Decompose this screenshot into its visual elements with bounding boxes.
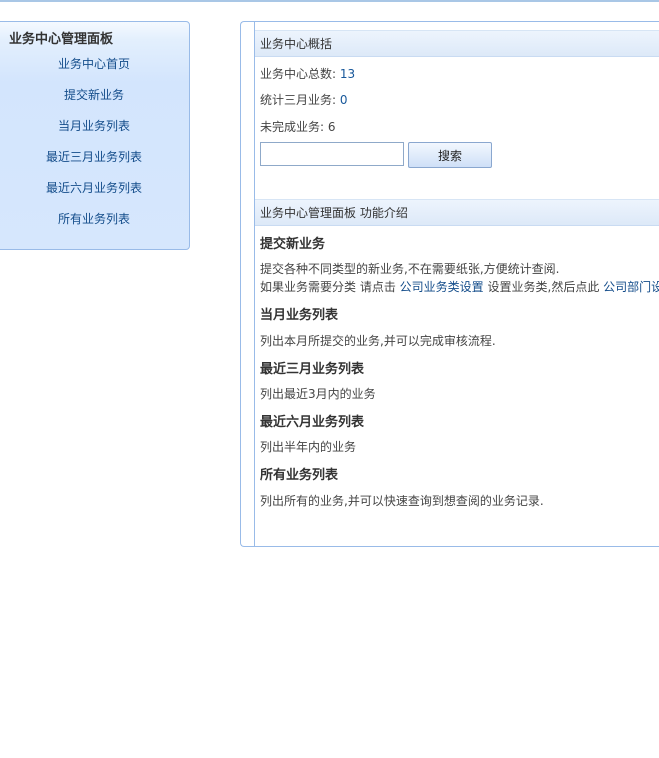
intro-text-six-months: 列出半年内的业务	[260, 440, 357, 454]
sidebar-panel: 业务中心管理面板 业务中心首页 提交新业务 当月业务列表 最近三月业务列表 最近…	[0, 21, 190, 250]
category-settings-link[interactable]: 公司业务类设置	[400, 280, 484, 294]
overview-header: 业务中心概括	[255, 30, 659, 57]
category-prefix-text: 如果业务需要分类 请点击	[260, 280, 396, 294]
sidebar-item-home[interactable]: 业务中心首页	[0, 56, 189, 87]
sidebar-item-all[interactable]: 所有业务列表	[0, 211, 189, 242]
sidebar-item-last-three-months[interactable]: 最近三月业务列表	[0, 149, 189, 180]
intro-title-current-month: 当月业务列表	[260, 308, 339, 323]
sidebar-item-current-month[interactable]: 当月业务列表	[0, 118, 189, 149]
total-count-row: 业务中心总数: 13	[260, 65, 355, 82]
department-settings-link[interactable]: 公司部门设	[603, 280, 659, 294]
intro-category-line: 如果业务需要分类 请点击 公司业务类设置 设置业务类,然后点此 公司部门设	[260, 278, 659, 295]
three-month-count-label: 统计三月业务:	[260, 93, 337, 107]
sidebar-item-last-six-months[interactable]: 最近六月业务列表	[0, 180, 189, 211]
intro-text-three-months: 列出最近3月内的业务	[260, 387, 376, 401]
unfinished-count-label: 未完成业务:	[260, 120, 325, 134]
intro-text-submit-new: 提交各种不同类型的新业务,不在需要纸张,方便统计查阅.	[260, 262, 560, 276]
intro-text-all: 列出所有的业务,并可以快速查询到想查阅的业务记录.	[260, 494, 544, 508]
total-count-label: 业务中心总数:	[260, 67, 337, 81]
main-panel-gap	[245, 38, 252, 530]
intro-title-all: 所有业务列表	[260, 468, 339, 483]
intro-header: 业务中心管理面板 功能介绍	[255, 199, 659, 226]
sidebar-menu: 业务中心首页 提交新业务 当月业务列表 最近三月业务列表 最近六月业务列表 所有…	[0, 56, 189, 242]
search-input[interactable]	[260, 142, 404, 166]
intro-title-three-months: 最近三月业务列表	[260, 362, 365, 377]
search-button[interactable]: 搜索	[408, 142, 492, 168]
category-middle-text: 设置业务类,然后点此	[487, 280, 600, 294]
unfinished-count-value: 6	[327, 120, 336, 134]
unfinished-count-row: 未完成业务: 6	[260, 118, 336, 135]
intro-title-submit-new: 提交新业务	[260, 237, 326, 252]
three-month-count-value: 0	[339, 93, 348, 107]
total-count-value: 13	[339, 67, 356, 81]
intro-text-current-month: 列出本月所提交的业务,并可以完成审核流程.	[260, 334, 496, 348]
sidebar-item-submit-new[interactable]: 提交新业务	[0, 87, 189, 118]
intro-title-six-months: 最近六月业务列表	[260, 415, 365, 430]
three-month-count-row: 统计三月业务: 0	[260, 91, 348, 108]
sidebar-title: 业务中心管理面板	[9, 32, 114, 47]
top-border-line	[0, 0, 659, 2]
